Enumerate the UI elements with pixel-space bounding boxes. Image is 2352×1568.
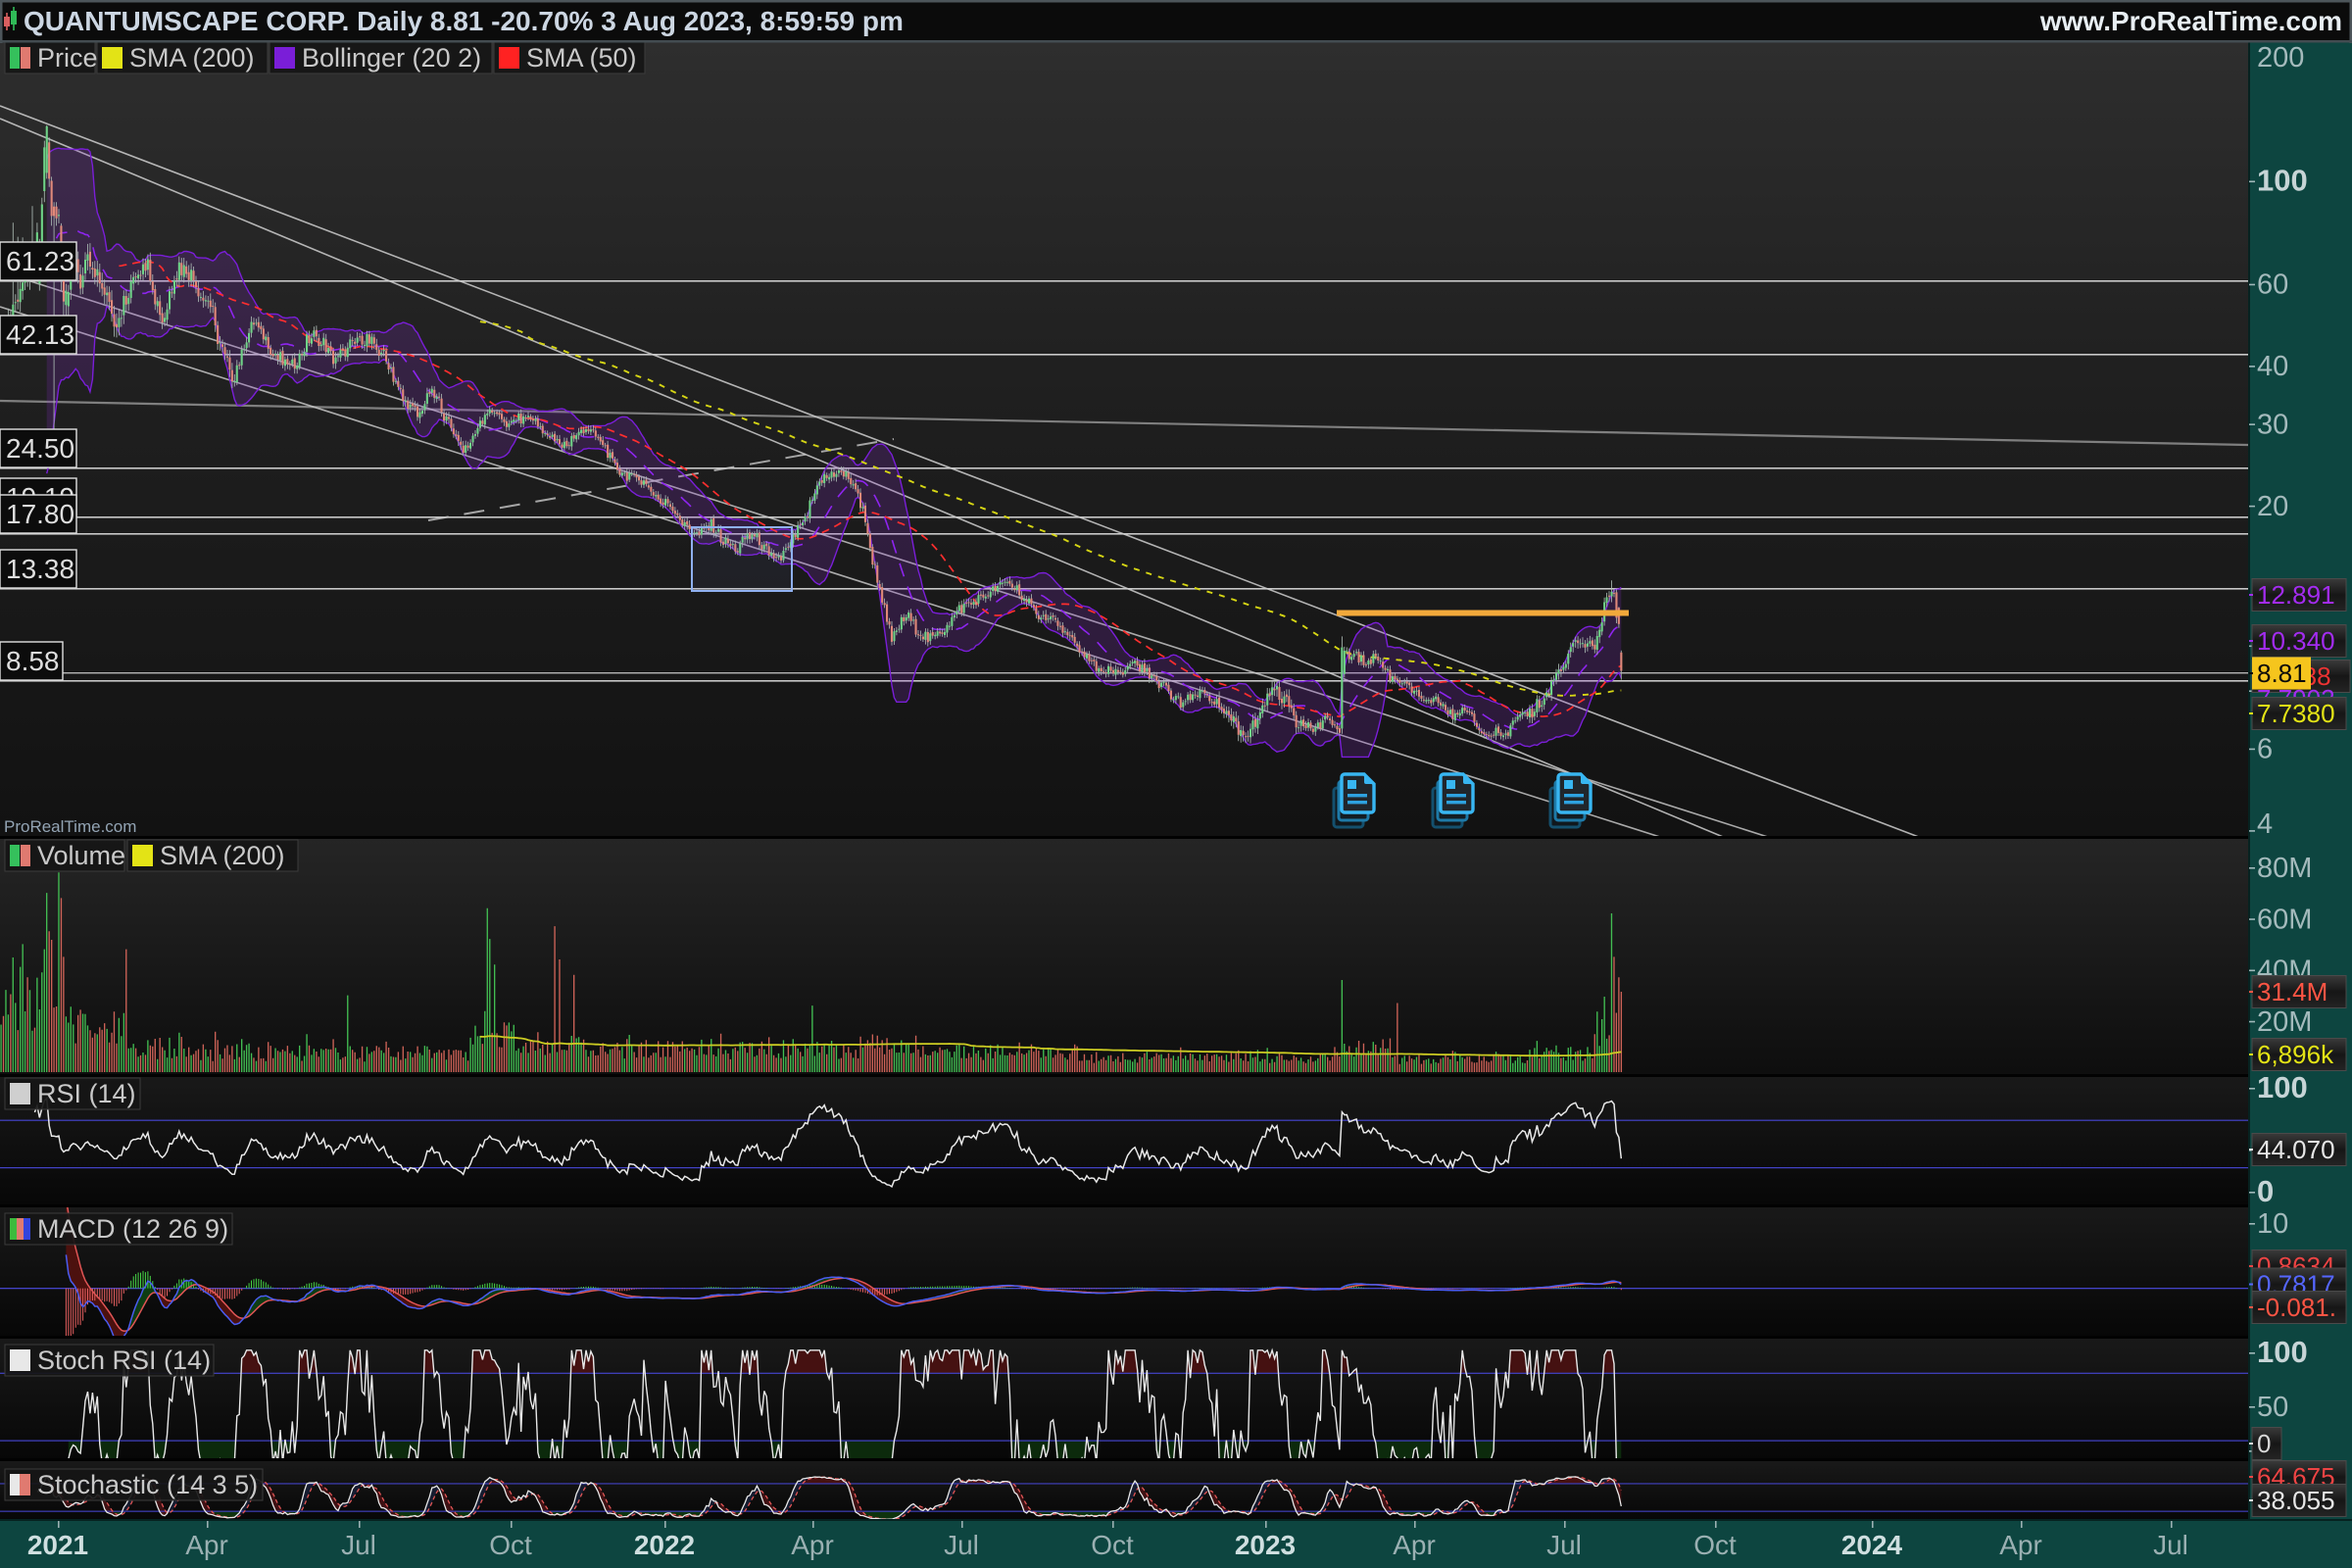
svg-text:Apr: Apr	[1393, 1530, 1436, 1560]
svg-text:60: 60	[2257, 270, 2288, 301]
svg-text:10.340: 10.340	[2257, 626, 2335, 656]
svg-text:30: 30	[2257, 409, 2288, 440]
svg-text:Bollinger (20 2): Bollinger (20 2)	[302, 43, 481, 73]
svg-text:www.ProRealTime.com: www.ProRealTime.com	[2039, 6, 2342, 36]
svg-text:100: 100	[2257, 1335, 2308, 1369]
svg-text:13.38: 13.38	[6, 554, 74, 584]
svg-text:80M: 80M	[2257, 853, 2312, 884]
svg-text:24.50: 24.50	[6, 433, 74, 464]
svg-text:Volume: Volume	[37, 841, 125, 870]
svg-text:2024: 2024	[1841, 1530, 1903, 1560]
svg-text:60M: 60M	[2257, 904, 2312, 935]
svg-text:Price: Price	[37, 43, 98, 73]
svg-text:20M: 20M	[2257, 1006, 2312, 1038]
svg-text:SMA (200): SMA (200)	[129, 43, 255, 73]
svg-text:Stochastic (14 3 5): Stochastic (14 3 5)	[37, 1470, 258, 1499]
svg-text:17.80: 17.80	[6, 499, 74, 529]
svg-text:6: 6	[2257, 734, 2273, 765]
svg-text:6,896k: 6,896k	[2257, 1040, 2334, 1069]
svg-text:38.055: 38.055	[2257, 1486, 2335, 1515]
svg-text:0: 0	[2257, 1429, 2271, 1458]
svg-text:31.4M: 31.4M	[2257, 977, 2328, 1006]
svg-text:2022: 2022	[634, 1530, 695, 1560]
svg-text:7.7380: 7.7380	[2257, 699, 2335, 728]
svg-text:50: 50	[2257, 1392, 2288, 1423]
svg-text:10: 10	[2257, 1208, 2288, 1240]
svg-text:0: 0	[2257, 1174, 2274, 1208]
svg-text:SMA (200): SMA (200)	[160, 841, 285, 870]
svg-text:20: 20	[2257, 491, 2288, 522]
svg-text:ProRealTime.com: ProRealTime.com	[4, 817, 136, 836]
svg-text:12.891: 12.891	[2257, 580, 2335, 610]
svg-text:Apr: Apr	[185, 1530, 228, 1560]
svg-text:Jul: Jul	[341, 1530, 376, 1560]
svg-text:SMA (50): SMA (50)	[526, 43, 637, 73]
svg-text:Oct: Oct	[1091, 1530, 1134, 1560]
svg-text:4: 4	[2257, 808, 2273, 840]
svg-text:100: 100	[2257, 1070, 2308, 1104]
svg-text:Jul: Jul	[1546, 1530, 1582, 1560]
svg-text:Jul: Jul	[944, 1530, 979, 1560]
svg-text:100: 100	[2257, 164, 2308, 198]
svg-text:RSI (14): RSI (14)	[37, 1079, 136, 1108]
svg-text:61.23: 61.23	[6, 246, 74, 276]
svg-text:Jul: Jul	[2153, 1530, 2188, 1560]
svg-text:Oct: Oct	[1693, 1530, 1737, 1560]
svg-text:8.58: 8.58	[6, 646, 60, 676]
svg-text:Stoch RSI (14): Stoch RSI (14)	[37, 1346, 211, 1375]
svg-text:Oct: Oct	[489, 1530, 532, 1560]
svg-text:QUANTUMSCAPE CORP. Daily 8.81: QUANTUMSCAPE CORP. Daily 8.81 -20.70% 3 …	[24, 6, 904, 36]
svg-text:Apr: Apr	[791, 1530, 834, 1560]
svg-text:42.13: 42.13	[6, 319, 74, 350]
svg-text:40: 40	[2257, 351, 2288, 382]
svg-text:44.070: 44.070	[2257, 1135, 2335, 1164]
svg-text:Apr: Apr	[1999, 1530, 2042, 1560]
svg-text:-0.081.: -0.081.	[2257, 1293, 2336, 1322]
svg-text:2021: 2021	[27, 1530, 88, 1560]
svg-text:2023: 2023	[1235, 1530, 1296, 1560]
svg-text:200: 200	[2257, 42, 2304, 74]
svg-text:MACD (12 26 9): MACD (12 26 9)	[37, 1214, 228, 1244]
